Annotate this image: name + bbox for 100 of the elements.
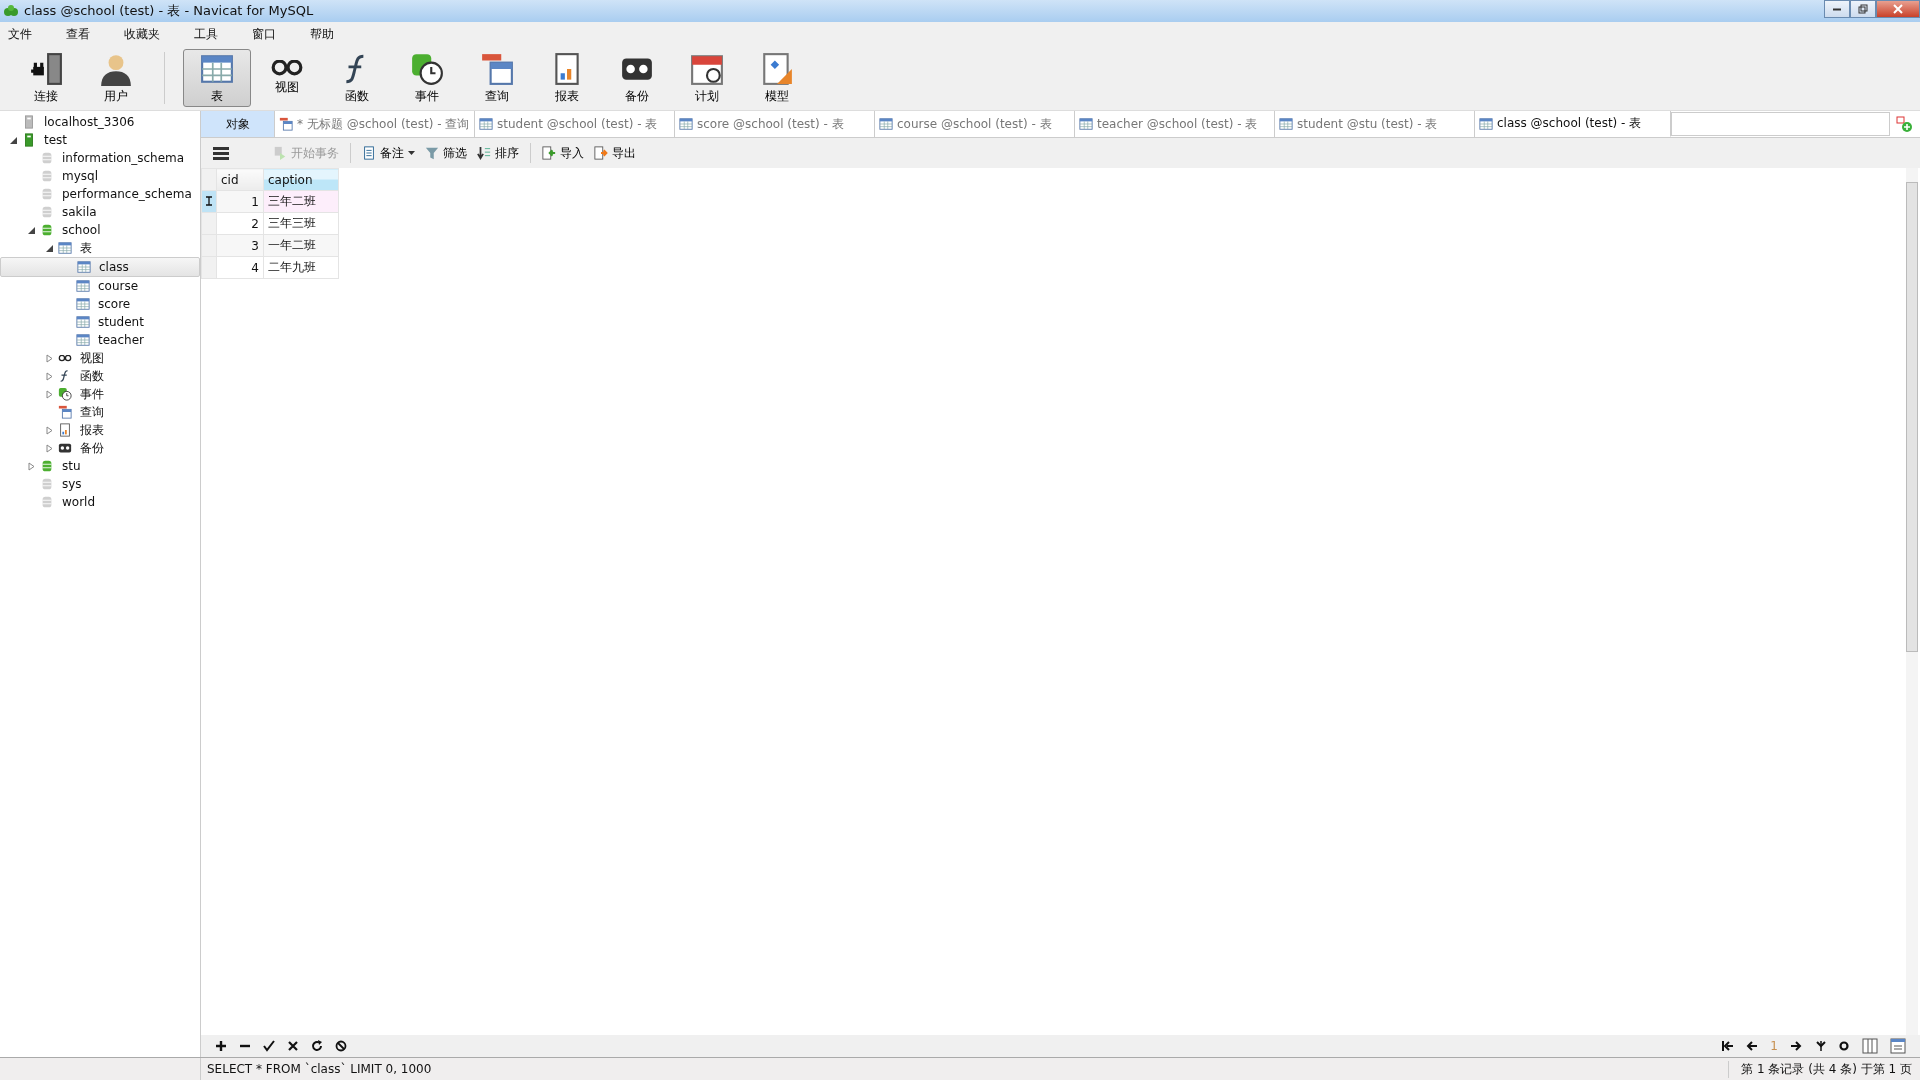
query-icon [279,117,293,131]
menu-item[interactable]: 查看 [66,25,104,43]
restore-button[interactable] [1850,0,1876,18]
menu-item[interactable]: 工具 [194,25,232,43]
tree-item[interactable]: test [0,131,200,149]
refresh-icon[interactable] [311,1040,323,1052]
column-header[interactable]: caption [263,168,339,191]
action-button[interactable]: 排序 [475,144,521,162]
filter-icon [425,146,439,160]
row-header[interactable] [201,190,217,213]
menu-item[interactable]: 帮助 [310,25,348,43]
tree-item[interactable]: sakila [0,203,200,221]
tree-item[interactable]: school [0,221,200,239]
toolbar-button[interactable]: 计划 [673,49,741,107]
expanded-triangle-icon[interactable] [9,136,17,144]
clock-icon [58,387,72,401]
first-page-icon[interactable] [1722,1040,1735,1052]
tree-item[interactable]: 查询 [0,403,200,421]
tree-item[interactable]: 备份 [0,439,200,457]
tree-item[interactable]: 报表 [0,421,200,439]
text-cursor-icon [206,195,212,206]
add-icon[interactable] [215,1040,227,1052]
scrollbar[interactable] [1906,168,1918,1035]
table-cell: 4 [216,256,264,279]
query-icon [58,405,72,419]
table-icon [1079,117,1093,131]
tree-item[interactable]: information_schema [0,149,200,167]
tree-item[interactable]: world [0,493,200,511]
tree-item[interactable]: sys [0,475,200,493]
menu-item[interactable]: 窗口 [252,25,290,43]
server-icon [22,115,36,129]
check-icon[interactable] [263,1040,275,1052]
action-button[interactable]: 筛选 [423,144,469,162]
action-button[interactable]: 导入 [540,144,586,162]
toolbar-button[interactable]: 视图 [253,49,321,107]
toolbar-button[interactable]: 表 [183,49,251,107]
minimize-button[interactable] [1824,0,1850,18]
menu-icon[interactable] [213,146,229,160]
toolbar-button[interactable]: 查询 [463,49,531,107]
tree-item[interactable]: teacher [0,331,200,349]
last-page-icon[interactable] [1814,1040,1826,1052]
settings-icon[interactable] [1838,1040,1850,1052]
previous-page-icon[interactable] [1746,1040,1759,1052]
tree-item[interactable]: performance_schema [0,185,200,203]
next-page-icon[interactable] [1790,1040,1802,1052]
database-icon [40,495,54,509]
record-count: 第 1 条记录 (共 4 条) 于第 1 页 [1728,1060,1920,1078]
toolbar-button[interactable]: 备份 [603,49,671,107]
menu-item[interactable]: 文件 [8,25,46,43]
import-icon [542,146,556,160]
close-icon[interactable] [287,1040,299,1052]
toolbar-button[interactable]: 报表 [533,49,601,107]
tree-item[interactable]: 视图 [0,349,200,367]
grid-view-icon[interactable] [1862,1038,1878,1054]
tree-item[interactable]: mysql [0,167,200,185]
tree-item[interactable]: stu [0,457,200,475]
transaction-icon [273,146,287,160]
app-logo-icon [4,4,18,18]
status-sql: SELECT * FROM `class` LIMIT 0, 1000 [207,1062,433,1076]
table-icon [1279,117,1293,131]
table-icon [76,315,90,329]
model-icon [760,51,794,86]
close-icon [1893,4,1903,14]
expanded-triangle-icon[interactable] [45,244,53,252]
table-icon [76,297,90,311]
stop-icon[interactable] [335,1040,347,1052]
toolbar-button[interactable]: 事件 [393,49,461,107]
database-icon [40,459,54,473]
action-button[interactable]: 备注 [360,144,417,162]
close-button[interactable] [1876,0,1920,18]
new-tab-icon[interactable] [1896,116,1912,132]
column-header[interactable]: cid [216,168,264,191]
tree-item[interactable]: class [0,257,200,277]
tree-item[interactable]: 表 [0,239,200,257]
toolbar-button[interactable]: 模型 [743,49,811,107]
restore-icon [1858,4,1868,14]
table-cell: 二年九班 [263,256,339,279]
page-number: 1 [1770,1039,1778,1053]
table-icon [879,117,893,131]
tree-item[interactable]: score [0,295,200,313]
tree-item[interactable]: localhost_3306 [0,113,200,131]
expanded-triangle-icon[interactable] [27,226,35,234]
action-button[interactable]: 导出 [592,144,638,162]
glasses-icon [270,60,304,77]
clock-icon [410,51,444,86]
table-icon [1479,116,1493,131]
database-icon [40,223,54,237]
tree-item[interactable]: 事件 [0,385,200,403]
tree-item[interactable]: course [0,277,200,295]
form-view-icon[interactable] [1890,1038,1906,1054]
toolbar-button[interactable]: 连接 [12,49,80,107]
tree-item[interactable]: student [0,313,200,331]
tree-item[interactable]: 函数 [0,367,200,385]
query-icon [480,51,514,86]
toolbar-button[interactable]: 函数 [323,49,391,107]
tab[interactable]: 对象 [201,111,275,137]
menu-item[interactable]: 收藏夹 [124,25,174,43]
toolbar-button[interactable]: 用户 [82,49,150,107]
export-icon [594,146,608,160]
server-icon [22,133,36,147]
